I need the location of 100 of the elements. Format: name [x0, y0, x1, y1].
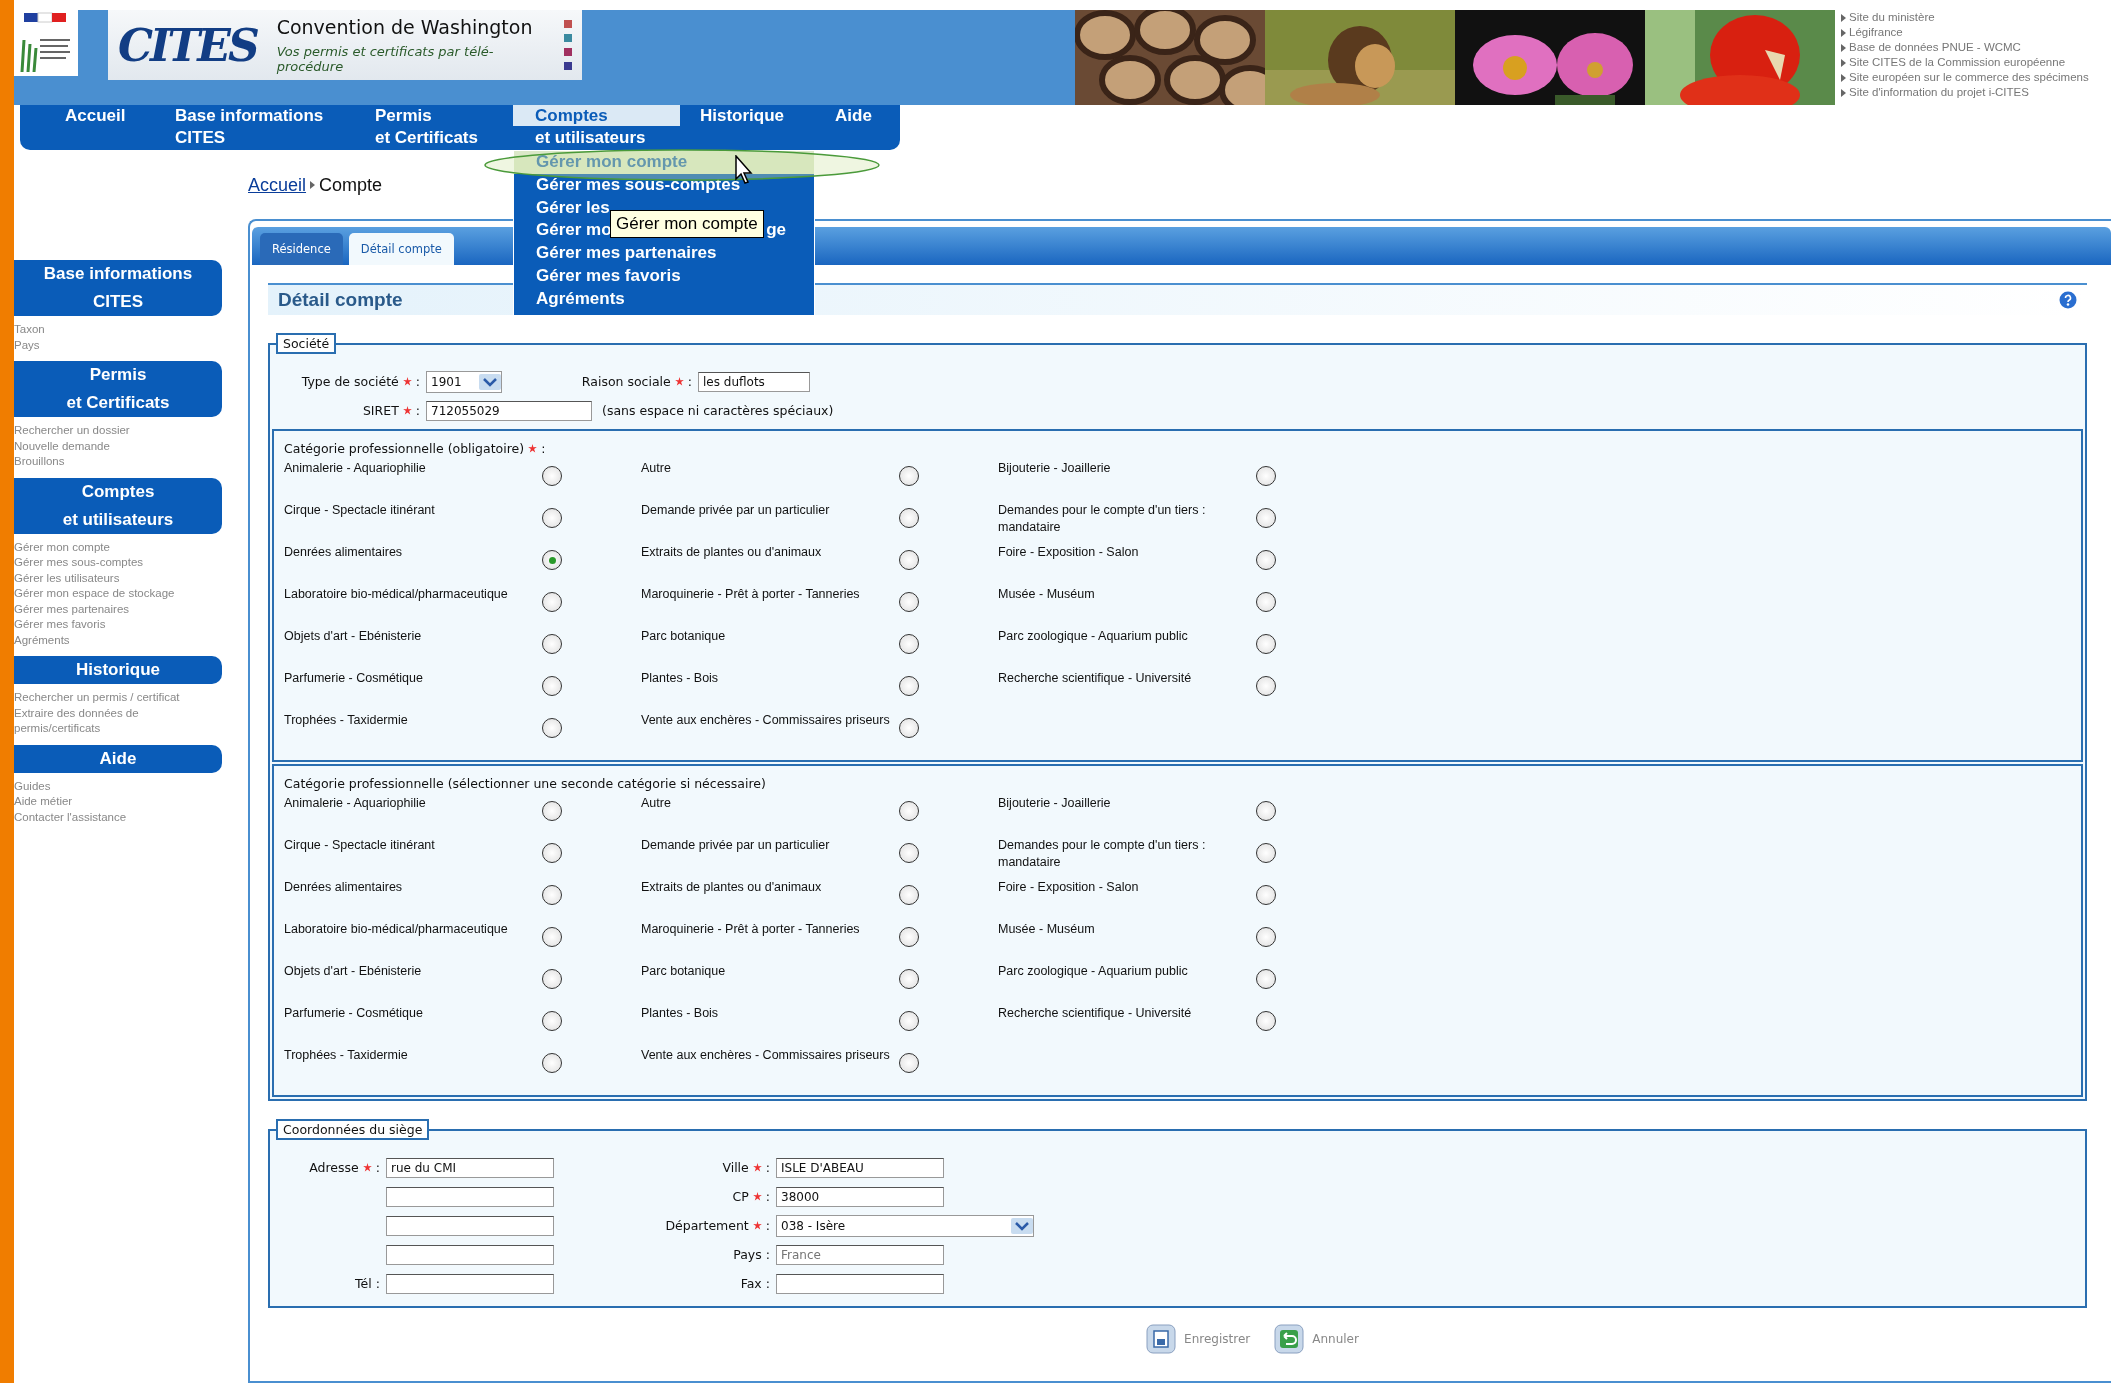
- radio-button[interactable]: [1256, 969, 1276, 989]
- sidebar-link[interactable]: Gérer mon espace de stockage: [14, 586, 222, 602]
- sidebar-link[interactable]: Gérer mes partenaires: [14, 601, 222, 617]
- radio-button[interactable]: [899, 885, 919, 905]
- sidebar-link[interactable]: Gérer mes sous-comptes: [14, 555, 222, 571]
- radio-button[interactable]: [542, 969, 562, 989]
- option-label: Demandes pour le compte d'un tiers : mandataire: [998, 837, 1207, 871]
- radio-button[interactable]: [542, 927, 562, 947]
- input-field[interactable]: rue du CMI: [386, 1157, 554, 1178]
- nav-item[interactable]: Base informations CITES: [165, 105, 365, 150]
- radio-button[interactable]: [1256, 508, 1276, 528]
- radio-button[interactable]: [1256, 592, 1276, 612]
- sidebar-link[interactable]: Agréments: [14, 632, 222, 648]
- header-link[interactable]: Site CITES de la Commission européenne: [1841, 55, 2089, 70]
- sidebar-link[interactable]: Gérer mes favoris: [14, 617, 222, 633]
- tab[interactable]: Résidence: [260, 233, 343, 265]
- radio-button[interactable]: [1256, 676, 1276, 696]
- menu-item[interactable]: Agréments: [514, 287, 814, 311]
- menu-item[interactable]: Gérer mes favoris: [514, 265, 814, 288]
- radio-button[interactable]: [542, 634, 562, 654]
- sidebar-link[interactable]: Gérer les utilisateurs: [14, 570, 222, 586]
- radio-button[interactable]: [542, 1053, 562, 1073]
- radio-button[interactable]: [1256, 634, 1276, 654]
- nav-item[interactable]: Permis et Certificats: [365, 105, 513, 150]
- radio-button[interactable]: [899, 718, 919, 738]
- input-field[interactable]: [776, 1273, 944, 1294]
- sidebar-header[interactable]: Aide: [14, 744, 222, 773]
- radio-button[interactable]: [899, 801, 919, 821]
- colon-text: :: [765, 1218, 770, 1233]
- sidebar-link[interactable]: Pays: [14, 337, 222, 353]
- sidebar-link[interactable]: Brouillons: [14, 454, 222, 470]
- select-field[interactable]: 1901: [426, 370, 502, 393]
- header-link[interactable]: Base de données PNUE - WCMC: [1841, 40, 2089, 55]
- cancel-button[interactable]: Annuler: [1274, 1324, 1359, 1354]
- header-link[interactable]: Site européen sur le commerce des spécimens: [1841, 70, 2089, 85]
- radio-button[interactable]: [1256, 927, 1276, 947]
- save-button[interactable]: Enregistrer: [1146, 1324, 1251, 1354]
- sidebar-link[interactable]: Rechercher un permis / certificat: [14, 690, 222, 706]
- tab[interactable]: Détail compte: [348, 233, 454, 265]
- radio-button[interactable]: [899, 1053, 919, 1073]
- radio-button[interactable]: [1256, 801, 1276, 821]
- nav-item[interactable]: Accueil: [20, 105, 165, 150]
- radio-button[interactable]: [1256, 466, 1276, 486]
- header-link[interactable]: Site du ministère: [1841, 10, 2089, 25]
- sidebar-link[interactable]: Aide métier: [14, 794, 222, 810]
- select-field[interactable]: 038 - Isère: [776, 1214, 1034, 1237]
- radio-button[interactable]: [1256, 550, 1276, 570]
- breadcrumb-link[interactable]: Accueil: [248, 174, 307, 196]
- sidebar-link[interactable]: Contacter l'assistance: [14, 809, 222, 825]
- header-link[interactable]: Légifrance: [1841, 25, 2089, 40]
- input-field[interactable]: France: [776, 1244, 944, 1265]
- colon-text: :: [415, 403, 420, 418]
- radio-button[interactable]: [542, 801, 562, 821]
- sidebar-header[interactable]: Permis et Certificats: [14, 361, 222, 417]
- menu-item[interactable]: Gérer mes partenaires: [514, 242, 814, 265]
- header-link[interactable]: Site d'information du projet i-CITES: [1841, 85, 2089, 100]
- sidebar-header[interactable]: Base informations CITES: [14, 260, 222, 316]
- sidebar-link[interactable]: Rechercher un dossier: [14, 423, 222, 439]
- bullet-icon: [1841, 88, 1846, 97]
- input-field[interactable]: [386, 1244, 554, 1265]
- radio-button[interactable]: [542, 885, 562, 905]
- radio-button[interactable]: [899, 969, 919, 989]
- radio-button[interactable]: [899, 676, 919, 696]
- input-field[interactable]: les duflots: [698, 371, 810, 392]
- input-field[interactable]: [386, 1215, 554, 1236]
- radio-button[interactable]: [542, 592, 562, 612]
- radio-button[interactable]: [1256, 885, 1276, 905]
- radio-button[interactable]: [899, 508, 919, 528]
- sidebar-link[interactable]: Extraire des données de permis/certificats: [14, 705, 222, 737]
- input-field[interactable]: 712055029: [426, 400, 592, 421]
- radio-button[interactable]: [899, 466, 919, 486]
- radio-button[interactable]: [542, 1011, 562, 1031]
- radio-button[interactable]: [542, 550, 562, 570]
- radio-button[interactable]: [1256, 843, 1276, 863]
- sidebar-link[interactable]: Taxon: [14, 322, 222, 338]
- sidebar-link[interactable]: Nouvelle demande: [14, 438, 222, 454]
- input-field[interactable]: [386, 1186, 554, 1207]
- radio-button[interactable]: [899, 927, 919, 947]
- sidebar-link[interactable]: Gérer mon compte: [14, 539, 222, 555]
- sidebar-header[interactable]: Comptes et utilisateurs: [14, 477, 222, 534]
- sidebar-header[interactable]: Historique: [14, 656, 222, 684]
- radio-button[interactable]: [899, 592, 919, 612]
- radio-button[interactable]: [542, 843, 562, 863]
- radio-button[interactable]: [899, 550, 919, 570]
- help-icon[interactable]: [2059, 291, 2077, 309]
- radio-button[interactable]: [542, 718, 562, 738]
- input-field[interactable]: [386, 1273, 554, 1294]
- radio-button[interactable]: [542, 676, 562, 696]
- radio-button[interactable]: [899, 843, 919, 863]
- radio-button[interactable]: [542, 508, 562, 528]
- input-field[interactable]: ISLE D'ABEAU: [776, 1157, 944, 1178]
- radio-button[interactable]: [1256, 1011, 1276, 1031]
- radio-button[interactable]: [899, 1011, 919, 1031]
- sidebar-link[interactable]: Guides: [14, 778, 222, 794]
- radio-button[interactable]: [899, 634, 919, 654]
- nav-item[interactable]: Aide: [810, 105, 900, 150]
- input-field[interactable]: 38000: [776, 1186, 944, 1207]
- option-label: Parc botanique: [641, 963, 727, 980]
- radio-button[interactable]: [542, 466, 562, 486]
- nav-item[interactable]: Historique: [680, 105, 810, 150]
